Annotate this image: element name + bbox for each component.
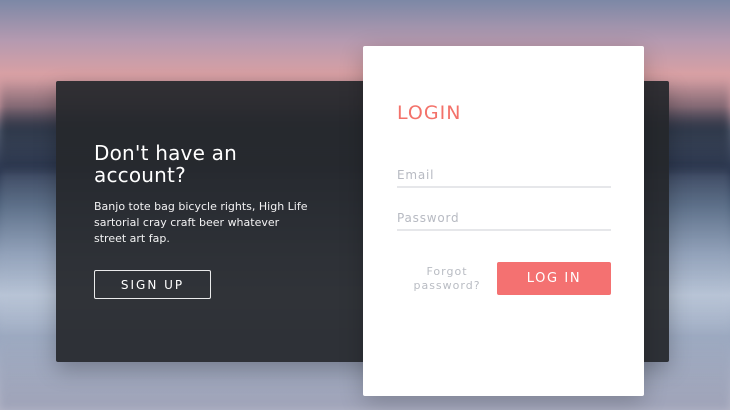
password-field[interactable]	[397, 209, 611, 231]
forgot-password-link[interactable]: Forgot password?	[409, 265, 485, 293]
login-title: LOGIN	[397, 102, 462, 124]
signup-description: Banjo tote bag bicycle rights, High Life…	[94, 200, 308, 245]
login-button[interactable]: Log in	[497, 262, 611, 295]
signup-title: Don't have an account?	[94, 141, 237, 187]
email-field[interactable]	[397, 166, 611, 188]
login-card: LOGIN Forgot password? Log in	[363, 46, 644, 396]
signup-copy: Don't have an account? Banjo tote bag bi…	[94, 142, 324, 247]
signup-button[interactable]: Sign up	[94, 270, 211, 299]
